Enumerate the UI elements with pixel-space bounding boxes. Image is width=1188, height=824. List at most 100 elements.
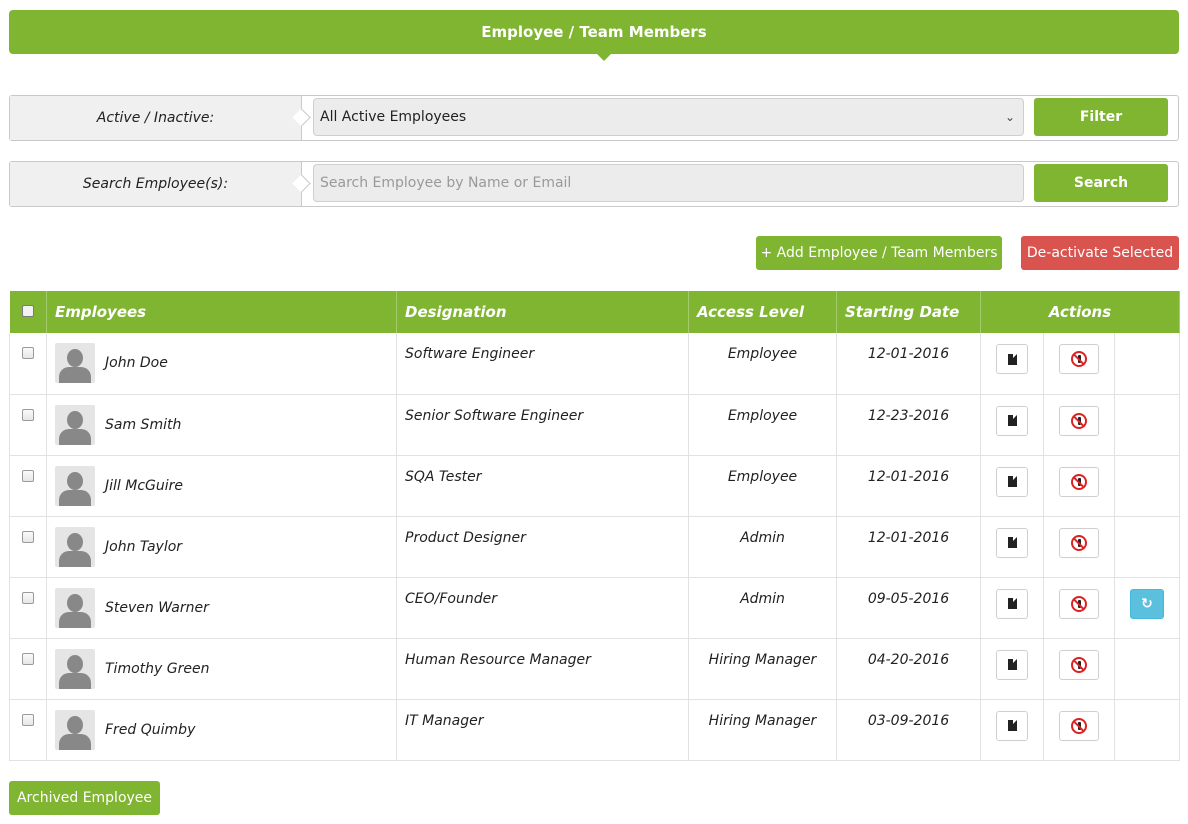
employee-name[interactable]: John Doe xyxy=(105,355,168,371)
row-checkbox[interactable] xyxy=(22,408,34,421)
row-checkbox[interactable] xyxy=(22,469,34,482)
designation-cell: IT Manager xyxy=(396,699,689,761)
employee-name[interactable]: Sam Smith xyxy=(105,417,181,433)
row-checkbox[interactable] xyxy=(22,591,34,604)
col-designation[interactable]: Designation xyxy=(396,291,689,333)
archived-employee-button[interactable]: Archived Employee xyxy=(9,781,160,815)
table-row: Jill McGuire SQA Tester Employee 12-01-2… xyxy=(9,455,1181,517)
avatar xyxy=(55,709,95,750)
deactivate-user-button[interactable] xyxy=(1059,527,1099,558)
employee-cell: Fred Quimby xyxy=(46,699,397,761)
deactivate-action-cell xyxy=(1043,516,1115,578)
page-title-banner: Employee / Team Members xyxy=(9,10,1179,61)
deactivate-selected-button[interactable]: De-activate Selected xyxy=(1021,236,1179,270)
restore-action-cell xyxy=(1114,394,1181,456)
restore-action-cell xyxy=(1114,638,1181,700)
access-level-cell: Employee xyxy=(688,394,837,456)
row-checkbox[interactable] xyxy=(22,713,34,726)
starting-date-cell: 03-09-2016 xyxy=(836,699,981,761)
deactivate-action-cell xyxy=(1043,333,1115,395)
employee-name[interactable]: Steven Warner xyxy=(105,600,209,616)
table-row: Timothy Green Human Resource Manager Hir… xyxy=(9,638,1181,700)
row-select-cell xyxy=(9,638,47,700)
search-row: Search Employee(s): Search Employee by N… xyxy=(9,161,1179,207)
view-details-button[interactable] xyxy=(996,344,1028,374)
row-select-cell xyxy=(9,333,47,395)
deactivate-action-cell xyxy=(1043,394,1115,456)
employee-cell: Jill McGuire xyxy=(46,455,397,517)
table-row: Fred Quimby IT Manager Hiring Manager 03… xyxy=(9,699,1181,761)
filter-button[interactable]: Filter xyxy=(1034,98,1168,136)
access-level-cell: Employee xyxy=(688,455,837,517)
col-actions: Actions xyxy=(980,291,1181,333)
employee-cell: John Doe xyxy=(46,333,397,395)
starting-date-cell: 12-01-2016 xyxy=(836,455,981,517)
restore-action-cell xyxy=(1114,333,1181,395)
avatar xyxy=(55,343,95,384)
deactivate-user-button[interactable] xyxy=(1059,649,1099,680)
chevron-down-icon: ⌄ xyxy=(1004,110,1015,124)
view-action-cell xyxy=(980,699,1044,761)
view-details-button[interactable] xyxy=(996,588,1028,619)
filter-label: Active / Inactive: xyxy=(10,96,302,140)
deactivate-user-button[interactable] xyxy=(1059,344,1099,374)
row-checkbox[interactable] xyxy=(22,347,34,359)
view-details-button[interactable] xyxy=(996,710,1028,741)
page-title: Employee / Team Members xyxy=(481,23,707,41)
view-action-cell xyxy=(980,394,1044,456)
deactivate-action-cell xyxy=(1043,577,1115,639)
employee-name[interactable]: Jill McGuire xyxy=(105,478,183,494)
row-checkbox[interactable] xyxy=(22,652,34,665)
designation-cell: Software Engineer xyxy=(396,333,689,395)
starting-date-cell: 09-05-2016 xyxy=(836,577,981,639)
access-level-cell: Admin xyxy=(688,516,837,578)
access-level-cell: Admin xyxy=(688,577,837,639)
view-details-button[interactable] xyxy=(996,405,1028,436)
col-access-level[interactable]: Access Level xyxy=(688,291,837,333)
designation-cell: Senior Software Engineer xyxy=(396,394,689,456)
avatar xyxy=(55,404,95,445)
deactivate-user-button[interactable] xyxy=(1059,588,1099,619)
view-details-button[interactable] xyxy=(996,649,1028,680)
view-action-cell xyxy=(980,516,1044,578)
deactivate-user-icon xyxy=(1071,534,1087,551)
view-action-cell xyxy=(980,333,1044,395)
document-icon xyxy=(1007,415,1017,426)
employees-table: Employees Designation Access Level Start… xyxy=(9,291,1181,761)
designation-cell: SQA Tester xyxy=(396,455,689,517)
deactivate-action-cell xyxy=(1043,638,1115,700)
col-starting-date[interactable]: Starting Date xyxy=(836,291,981,333)
restore-action-cell xyxy=(1114,455,1181,517)
employee-cell: Sam Smith xyxy=(46,394,397,456)
access-level-cell: Hiring Manager xyxy=(688,699,837,761)
view-details-button[interactable] xyxy=(996,466,1028,497)
designation-cell: Product Designer xyxy=(396,516,689,578)
search-button[interactable]: Search xyxy=(1034,164,1168,202)
deactivate-user-icon xyxy=(1071,656,1087,673)
row-select-cell xyxy=(9,699,47,761)
restore-action-cell xyxy=(1114,699,1181,761)
status-select[interactable]: All Active Employees ⌄ xyxy=(313,98,1024,136)
deactivate-user-button[interactable] xyxy=(1059,466,1099,497)
search-label: Search Employee(s): xyxy=(10,162,302,206)
deactivate-user-icon xyxy=(1071,473,1087,490)
employee-name[interactable]: John Taylor xyxy=(105,539,182,555)
employee-name[interactable]: Timothy Green xyxy=(105,661,209,677)
employee-name[interactable]: Fred Quimby xyxy=(105,722,195,738)
deactivate-user-icon xyxy=(1071,595,1087,612)
view-action-cell xyxy=(980,455,1044,517)
restore-button[interactable]: ↻ xyxy=(1130,588,1165,619)
starting-date-cell: 04-20-2016 xyxy=(836,638,981,700)
add-employee-button[interactable]: + Add Employee / Team Members xyxy=(756,236,1002,270)
deactivate-user-button[interactable] xyxy=(1059,405,1099,436)
select-all-checkbox[interactable] xyxy=(21,305,34,317)
col-employees[interactable]: Employees xyxy=(46,291,397,333)
table-row: Steven Warner CEO/Founder Admin 09-05-20… xyxy=(9,577,1181,639)
deactivate-user-icon xyxy=(1071,717,1087,734)
search-input[interactable]: Search Employee by Name or Email xyxy=(313,164,1024,202)
row-checkbox[interactable] xyxy=(22,530,34,543)
employee-cell: John Taylor xyxy=(46,516,397,578)
view-details-button[interactable] xyxy=(996,527,1028,558)
starting-date-cell: 12-01-2016 xyxy=(836,333,981,395)
deactivate-user-button[interactable] xyxy=(1059,710,1099,741)
